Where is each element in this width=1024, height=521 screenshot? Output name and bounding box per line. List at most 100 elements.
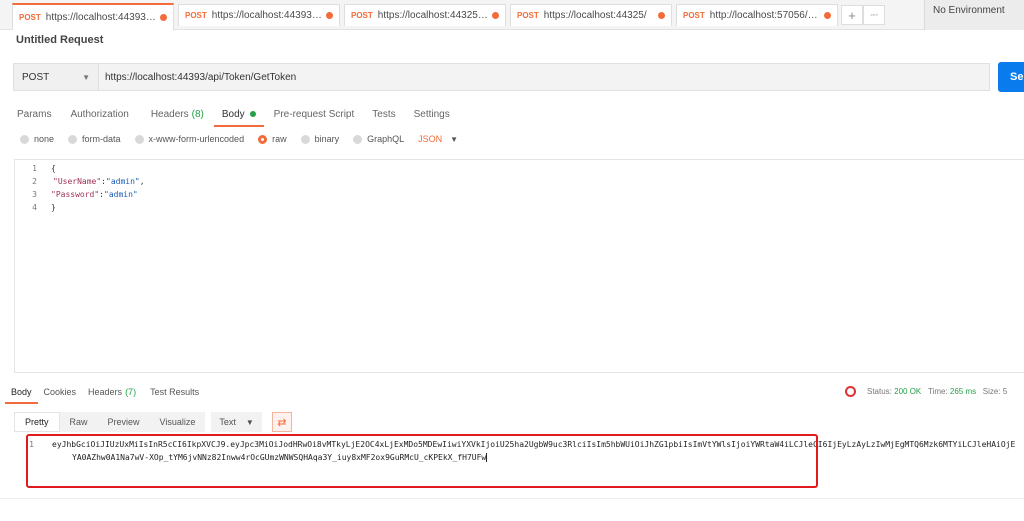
json-key: "Password" xyxy=(51,190,100,199)
time-label: Time: xyxy=(927,387,948,396)
line-number: 3 xyxy=(32,190,37,199)
tab-method: POST xyxy=(19,13,41,22)
new-tab-button[interactable]: + xyxy=(841,5,863,25)
body-type-binary[interactable]: binary xyxy=(300,134,340,144)
tab-label: Body xyxy=(11,387,32,397)
tab-label: Test Results xyxy=(150,387,200,397)
request-tab[interactable]: POST http://localhost:57056/Chargi... xyxy=(676,4,838,26)
tab-method: POST xyxy=(351,11,373,20)
request-tab-bar: POST https://localhost:44393/api/To... P… xyxy=(0,0,1024,30)
response-body[interactable]: 1 eyJhbGciOiJIUzUxMiIsInR5cCI6IkpXVCJ9.e… xyxy=(14,438,1024,478)
request-tab[interactable]: POST https://localhost:44393/api/To... xyxy=(178,4,340,26)
tab-method: POST xyxy=(185,11,207,20)
radio-label: none xyxy=(34,134,55,144)
method-dropdown[interactable]: POST ▼ xyxy=(13,63,99,91)
url-value: https://localhost:44393/api/Token/GetTok… xyxy=(105,71,297,83)
unsaved-dot-icon xyxy=(326,12,333,19)
response-toolbar: Pretty Raw Preview Visualize Text ▼ ⇄ xyxy=(14,412,292,432)
radio-label: form-data xyxy=(82,134,121,144)
divider xyxy=(0,498,1024,499)
tab-label: Settings xyxy=(413,108,450,120)
radio-label: raw xyxy=(272,134,287,144)
request-title[interactable]: Untitled Request xyxy=(16,34,103,46)
tab-settings[interactable]: Settings xyxy=(406,103,458,125)
request-body-editor[interactable]: 1 { 2 "UserName":"admin", 3 "Password":"… xyxy=(14,159,1024,373)
response-tab-test-results[interactable]: Test Results xyxy=(144,384,205,400)
wrap-lines-button[interactable]: ⇄ xyxy=(271,412,292,432)
chevron-down-icon: ▼ xyxy=(82,72,90,82)
code-text: } xyxy=(51,203,56,212)
response-tab-headers[interactable]: Headers (7) xyxy=(82,384,142,400)
view-label: Preview xyxy=(107,417,140,427)
radio-icon xyxy=(353,134,363,144)
unsaved-dot-icon xyxy=(492,12,499,19)
globe-icon[interactable] xyxy=(845,386,856,397)
line-number: 1 xyxy=(29,440,34,449)
line-number: 2 xyxy=(32,177,37,186)
radio-label: GraphQL xyxy=(367,134,405,144)
more-tabs-button[interactable]: ◦◦◦ xyxy=(863,5,885,25)
raw-format-dropdown[interactable]: JSON ▼ xyxy=(418,134,458,144)
status-value[interactable]: 200 OK xyxy=(894,387,921,396)
request-tab[interactable]: POST https://localhost:44325/ xyxy=(510,4,672,26)
tab-authorization[interactable]: Authorization xyxy=(62,103,136,125)
text-cursor xyxy=(486,453,488,462)
tab-body[interactable]: Body xyxy=(213,103,264,127)
request-tab[interactable]: POST https://localhost:44325/api/To... xyxy=(344,4,506,26)
tab-label: Tests xyxy=(372,108,396,120)
view-visualize[interactable]: Visualize xyxy=(149,412,206,432)
tab-prerequest-script[interactable]: Pre-request Script xyxy=(266,103,363,125)
response-tab-cookies[interactable]: Cookies xyxy=(38,384,83,400)
tab-method: POST xyxy=(517,11,539,20)
editor-line: 3 "Password":"admin" xyxy=(15,188,1024,201)
radio-selected-icon xyxy=(258,134,268,144)
tab-url: http://localhost:57056/Chargi... xyxy=(709,10,820,21)
tab-params[interactable]: Params xyxy=(9,103,59,125)
body-type-urlencoded[interactable]: x-www-form-urlencoded xyxy=(134,134,244,144)
view-pretty[interactable]: Pretty xyxy=(14,412,60,432)
editor-line: 1 { xyxy=(15,162,1024,175)
view-raw[interactable]: Raw xyxy=(59,412,98,432)
tab-label: Params xyxy=(17,108,52,120)
tab-headers[interactable]: Headers (8) xyxy=(143,103,212,125)
radio-label: binary xyxy=(314,134,340,144)
environment-selector[interactable]: No Environment xyxy=(924,0,1024,30)
method-label: POST xyxy=(22,71,50,83)
response-format-dropdown[interactable]: Text ▼ xyxy=(211,412,262,432)
response-text: eyJhbGciOiJIUzUxMiIsInR5cCI6IkpXVCJ9.eyJ… xyxy=(52,440,1016,449)
tab-label: Headers xyxy=(150,108,189,120)
time-value[interactable]: 265 ms xyxy=(950,387,976,396)
tab-url: https://localhost:44393/api/To... xyxy=(45,12,156,23)
line-number: 4 xyxy=(32,203,37,212)
line-number: 1 xyxy=(32,164,37,173)
request-tab[interactable]: POST https://localhost:44393/api/To... xyxy=(12,3,174,30)
tab-label: Authorization xyxy=(70,108,129,120)
body-type-graphql[interactable]: GraphQL xyxy=(353,134,404,144)
view-label: Raw xyxy=(69,417,88,427)
view-label: Pretty xyxy=(25,417,49,427)
view-label: Visualize xyxy=(159,417,196,427)
response-text: YA0AZhw0A1Na7wV-XOp_tYM6jvNNz82Inww4rOcG… xyxy=(72,453,487,462)
body-type-form-data[interactable]: form-data xyxy=(68,134,121,144)
radio-icon xyxy=(300,134,310,144)
body-type-raw[interactable]: raw xyxy=(258,134,287,144)
chevron-down-icon: ▼ xyxy=(245,417,254,427)
json-value: "admin" xyxy=(104,190,138,199)
response-tab-body[interactable]: Body xyxy=(5,384,38,404)
body-type-none[interactable]: none xyxy=(20,134,54,144)
tab-method: POST xyxy=(683,11,705,20)
url-input[interactable]: https://localhost:44393/api/Token/GetTok… xyxy=(99,63,990,91)
radio-icon xyxy=(20,134,29,144)
editor-line: 4 } xyxy=(15,201,1024,214)
environment-label: No Environment xyxy=(933,5,1005,16)
radio-icon xyxy=(134,134,144,144)
send-button[interactable]: Se xyxy=(998,62,1024,92)
active-dot-icon xyxy=(249,111,256,117)
tab-label: Pre-request Script xyxy=(273,108,355,120)
code-text: { xyxy=(51,164,56,173)
view-preview[interactable]: Preview xyxy=(97,412,150,432)
response-line-wrap: YA0AZhw0A1Na7wV-XOp_tYM6jvNNz82Inww4rOcG… xyxy=(14,451,1024,464)
unsaved-dot-icon xyxy=(658,12,665,19)
tab-tests[interactable]: Tests xyxy=(364,103,403,125)
format-label: Text xyxy=(219,417,236,427)
